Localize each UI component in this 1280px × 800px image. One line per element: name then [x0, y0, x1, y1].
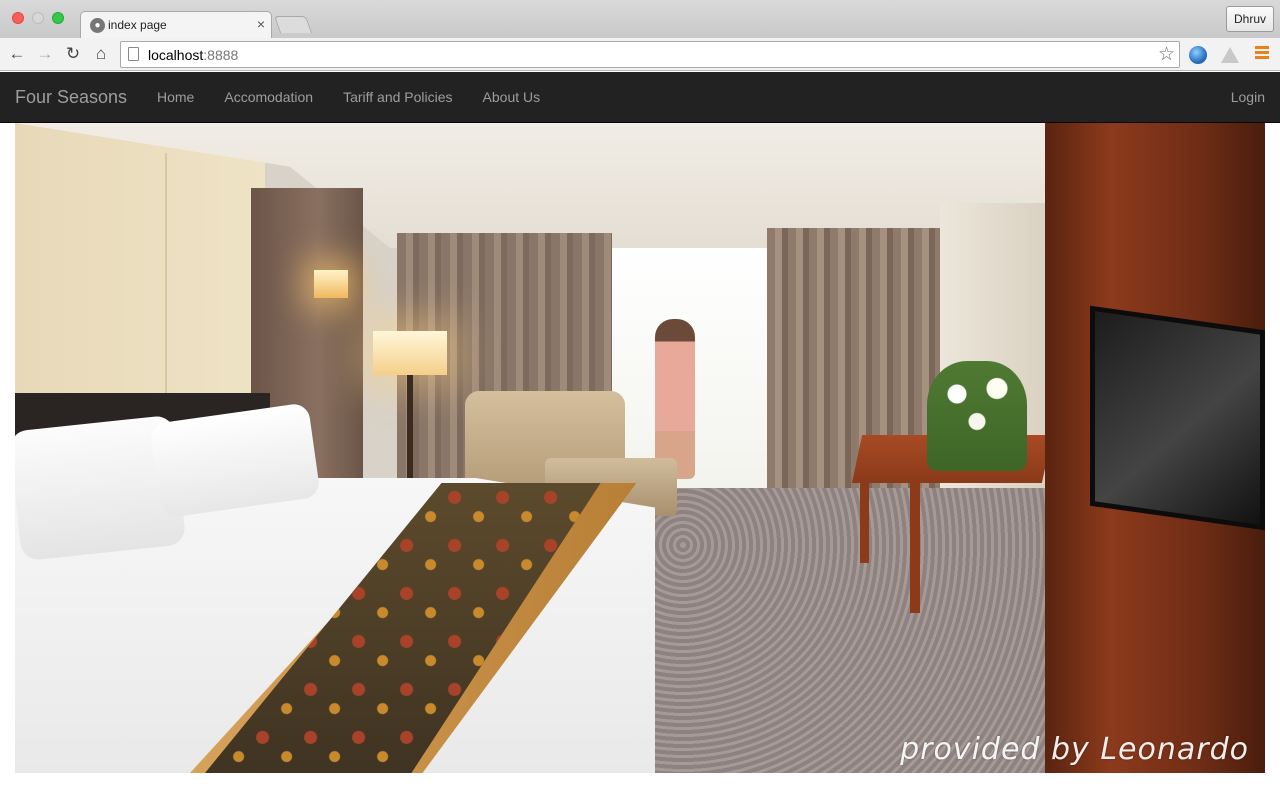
room-left-wall — [15, 123, 265, 423]
star-icon[interactable]: ☆ — [1158, 43, 1175, 66]
new-tab-button[interactable] — [273, 16, 313, 33]
browser-titlebar: ● index page × Dhruv — [0, 0, 1280, 38]
url-host: localhost — [148, 47, 204, 63]
nav-link-home[interactable]: Home — [142, 72, 209, 122]
wall-sconce-lamp — [314, 270, 348, 298]
nav-link-tariff[interactable]: Tariff and Policies — [328, 72, 467, 122]
nav-link-accomodation[interactable]: Accomodation — [209, 72, 328, 122]
browser-toolbar: ← → ↻ ⌂ localhost:8888 ☆ — [0, 38, 1280, 71]
desk-leg — [910, 478, 920, 613]
window-close-button[interactable] — [12, 12, 24, 24]
address-bar[interactable]: localhost:8888 ☆ — [120, 41, 1180, 68]
globe-extension-icon[interactable] — [1189, 46, 1207, 64]
browser-tab[interactable]: ● index page × — [80, 11, 272, 38]
television — [1090, 305, 1265, 531]
nav-links: Home Accomodation Tariff and Policies Ab… — [142, 72, 555, 122]
forward-icon[interactable]: → — [33, 42, 57, 66]
flower-vase — [927, 361, 1027, 471]
wall-panel-line — [165, 153, 167, 403]
menu-icon[interactable] — [1255, 46, 1269, 62]
floor-lamp-shade — [373, 331, 447, 375]
tab-close-icon[interactable]: × — [257, 16, 265, 32]
url-text[interactable]: localhost:8888 — [148, 47, 238, 63]
url-port: :8888 — [203, 47, 239, 63]
room-window — [610, 248, 785, 488]
page-icon — [128, 47, 139, 61]
image-watermark: provided by Leonardo — [900, 732, 1249, 767]
window-minimize-button[interactable] — [32, 12, 44, 24]
home-icon[interactable]: ⌂ — [89, 42, 113, 66]
web-page: Four Seasons Home Accomodation Tariff an… — [0, 72, 1280, 800]
woman-at-window — [655, 319, 695, 479]
reload-icon[interactable]: ↻ — [61, 42, 85, 66]
drive-extension-icon[interactable] — [1221, 47, 1239, 63]
hero-hotel-room-image: provided by Leonardo — [15, 123, 1265, 773]
tab-title: index page — [108, 18, 167, 32]
login-link[interactable]: Login — [1231, 72, 1265, 122]
profile-button[interactable]: Dhruv — [1225, 6, 1274, 32]
back-icon[interactable]: ← — [5, 42, 29, 66]
site-brand[interactable]: Four Seasons — [15, 87, 127, 108]
nav-link-about[interactable]: About Us — [468, 72, 556, 122]
github-favicon-icon: ● — [90, 18, 105, 33]
window-maximize-button[interactable] — [52, 12, 64, 24]
site-navbar: Four Seasons Home Accomodation Tariff an… — [0, 72, 1280, 123]
floor-lamp-pole — [407, 375, 413, 485]
